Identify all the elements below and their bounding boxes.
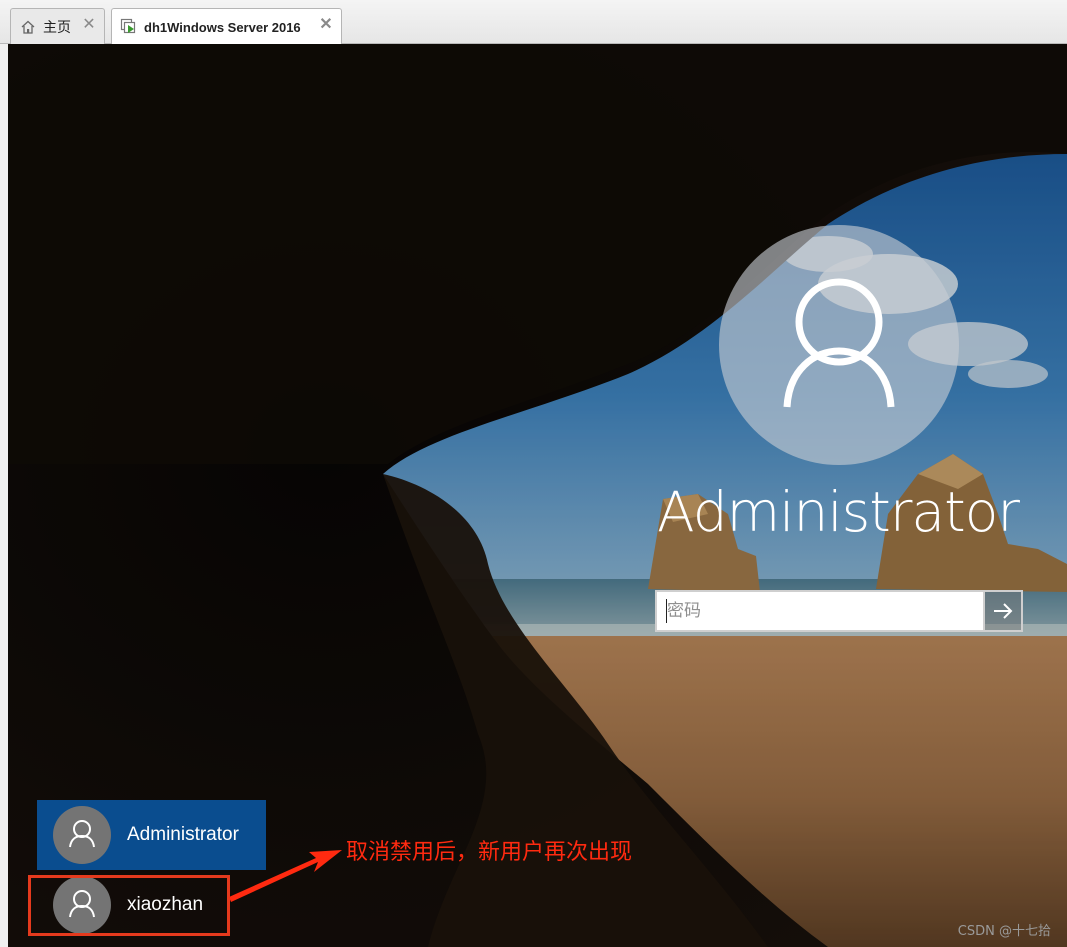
- tab-vm-label: dh1Windows Server 2016: [144, 19, 301, 35]
- text-caret: [666, 599, 667, 623]
- user-icon: [69, 820, 95, 848]
- login-username: Administrator: [657, 480, 1020, 544]
- vm-running-icon: [120, 18, 138, 36]
- close-icon[interactable]: ✕: [81, 17, 97, 33]
- tab-home[interactable]: 主页 ✕: [10, 8, 105, 44]
- annotation-text: 取消禁用后，新用户再次出现: [346, 840, 633, 865]
- user-tile-label: Administrator: [127, 824, 239, 845]
- tab-bar: 主页 ✕ dh1Windows Server 2016 ✕: [0, 0, 1067, 45]
- password-input[interactable]: [655, 590, 983, 632]
- user-icon: [783, 278, 895, 408]
- password-box: [655, 590, 1023, 632]
- tab-home-label: 主页: [43, 18, 71, 35]
- close-icon[interactable]: ✕: [318, 17, 334, 33]
- annotation-highlight-box: [28, 875, 230, 936]
- watermark: CSDN @十七拾: [957, 924, 1051, 939]
- tab-vm[interactable]: dh1Windows Server 2016 ✕: [111, 8, 342, 45]
- user-avatar-large: [719, 225, 959, 465]
- avatar: [53, 806, 111, 864]
- home-icon: [19, 18, 37, 36]
- arrow-right-icon: [994, 603, 1013, 619]
- submit-button[interactable]: [983, 590, 1023, 632]
- user-tile-administrator[interactable]: Administrator: [37, 800, 266, 870]
- vm-screen[interactable]: Administrator Administrator xiaozhan: [8, 44, 1067, 947]
